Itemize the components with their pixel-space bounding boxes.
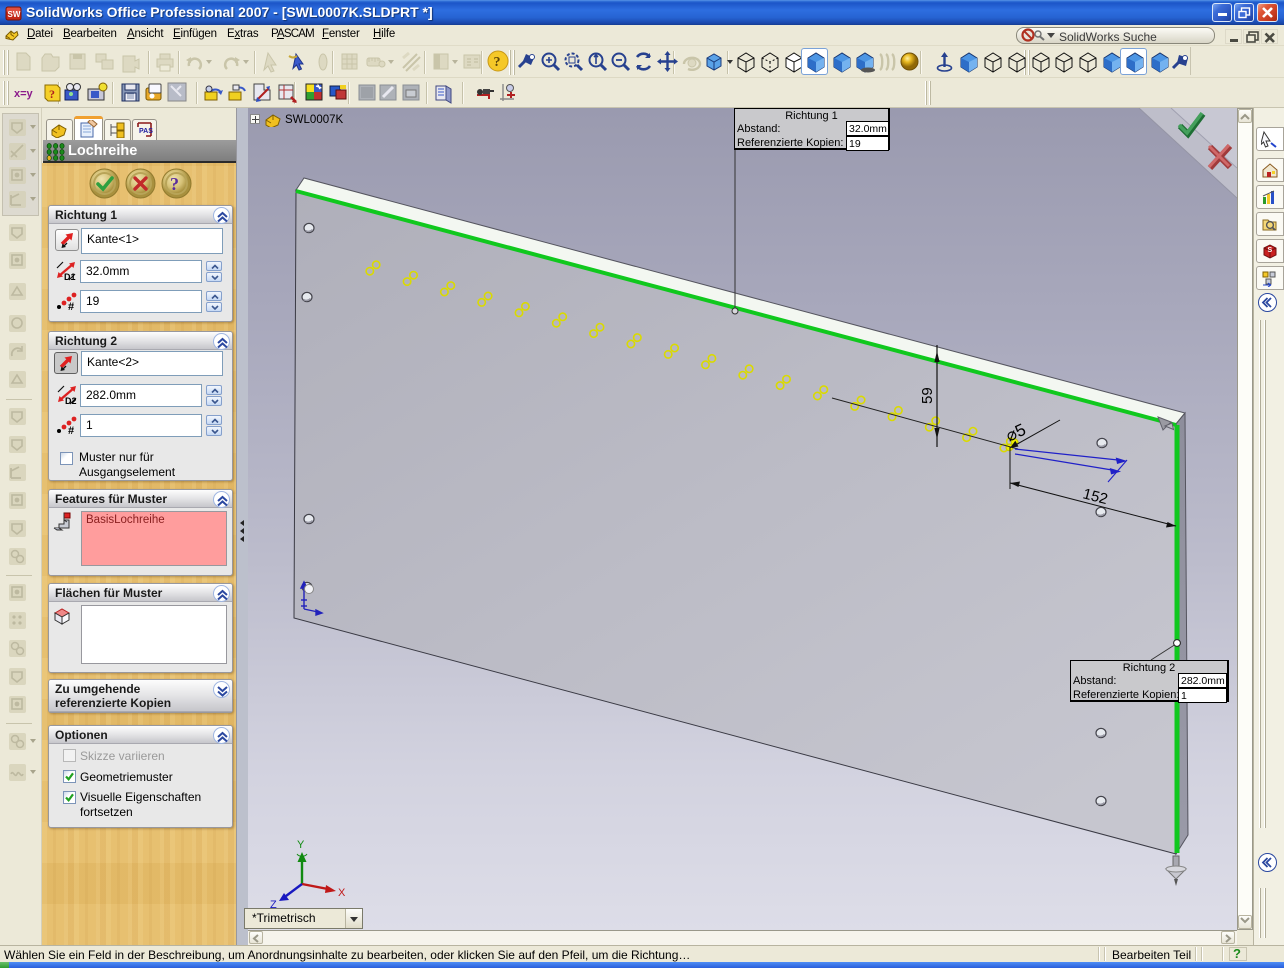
svg-text:D1: D1 — [64, 272, 76, 281]
svg-text:x=y: x=y — [14, 88, 34, 100]
svg-text:59: 59 — [919, 387, 936, 404]
svg-text:?: ? — [170, 174, 179, 194]
svg-text:Y: Y — [297, 839, 305, 851]
svg-text:#: # — [68, 425, 74, 435]
svg-text:S: S — [1268, 247, 1273, 254]
svg-text:SW: SW — [8, 10, 21, 19]
svg-text:#: # — [68, 301, 74, 311]
svg-text:?: ? — [494, 55, 501, 70]
svg-text:PAS: PAS — [139, 128, 153, 135]
svg-text:?: ? — [49, 87, 55, 101]
svg-text:X: X — [338, 887, 346, 899]
svg-text:D2: D2 — [65, 396, 77, 405]
